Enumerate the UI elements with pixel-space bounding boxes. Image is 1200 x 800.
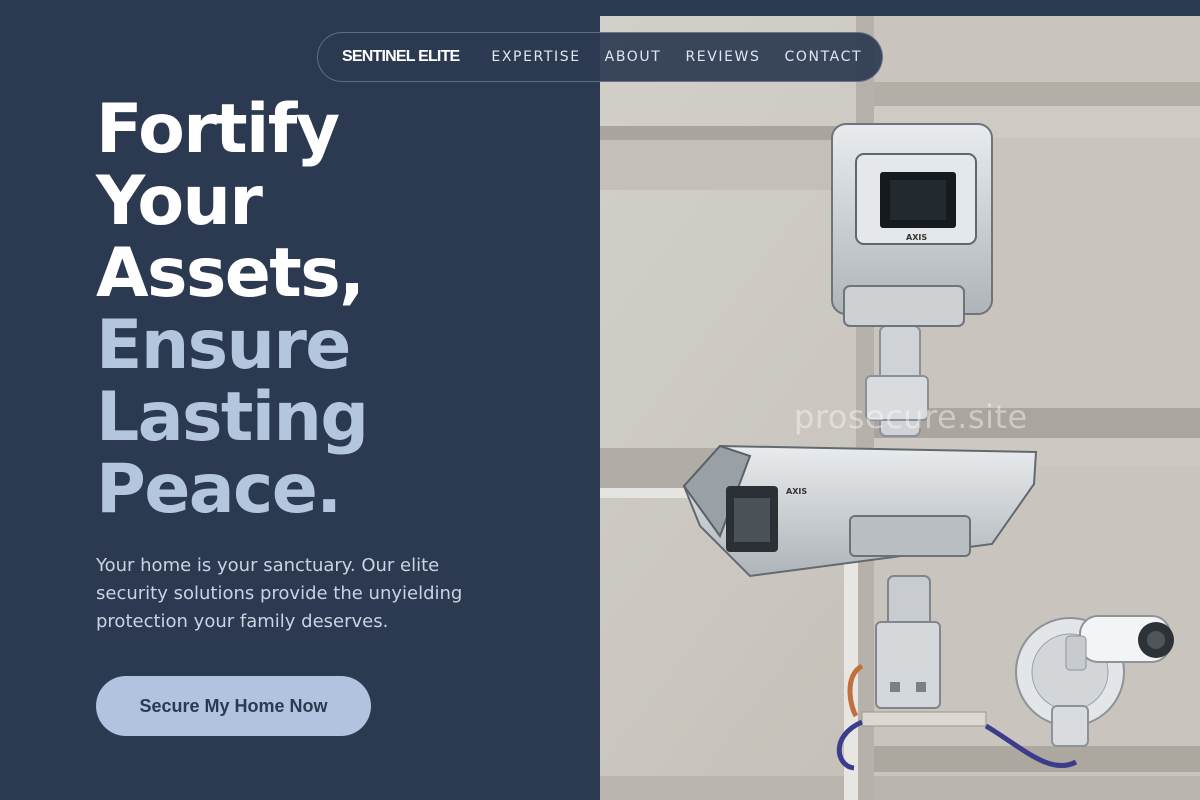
hero-page: AXIS AXIS prosecure.site SENTINEL ELITE … — [0, 0, 1200, 800]
hero-headline: Fortify Your Assets, Ensure Lasting Peac… — [96, 90, 369, 529]
headline-line-2: Your — [96, 162, 263, 241]
top-camera-brand-text: AXIS — [906, 233, 927, 242]
headline-accent-line-2: Lasting — [96, 378, 369, 457]
brand-logo[interactable]: SENTINEL ELITE — [342, 48, 460, 66]
nav-link-about[interactable]: ABOUT — [605, 49, 662, 65]
secure-my-home-button[interactable]: Secure My Home Now — [96, 676, 371, 736]
nav-link-expertise[interactable]: EXPERTISE — [491, 49, 580, 65]
watermark-text: prosecure.site — [794, 398, 1028, 436]
nav-link-contact[interactable]: CONTACT — [785, 49, 863, 65]
hero-subtext: Your home is your sanctuary. Our elite s… — [96, 555, 463, 632]
headline-line-1: Fortify — [96, 90, 340, 169]
top-navigation: SENTINEL ELITE EXPERTISE ABOUT REVIEWS C… — [317, 32, 883, 82]
headline-accent-line-1: Ensure — [96, 306, 351, 385]
headline-accent-line-3: Peace. — [96, 450, 342, 529]
middle-camera-brand-text: AXIS — [786, 487, 807, 496]
nav-link-reviews[interactable]: REVIEWS — [685, 49, 760, 65]
headline-line-3: Assets, — [96, 234, 365, 313]
